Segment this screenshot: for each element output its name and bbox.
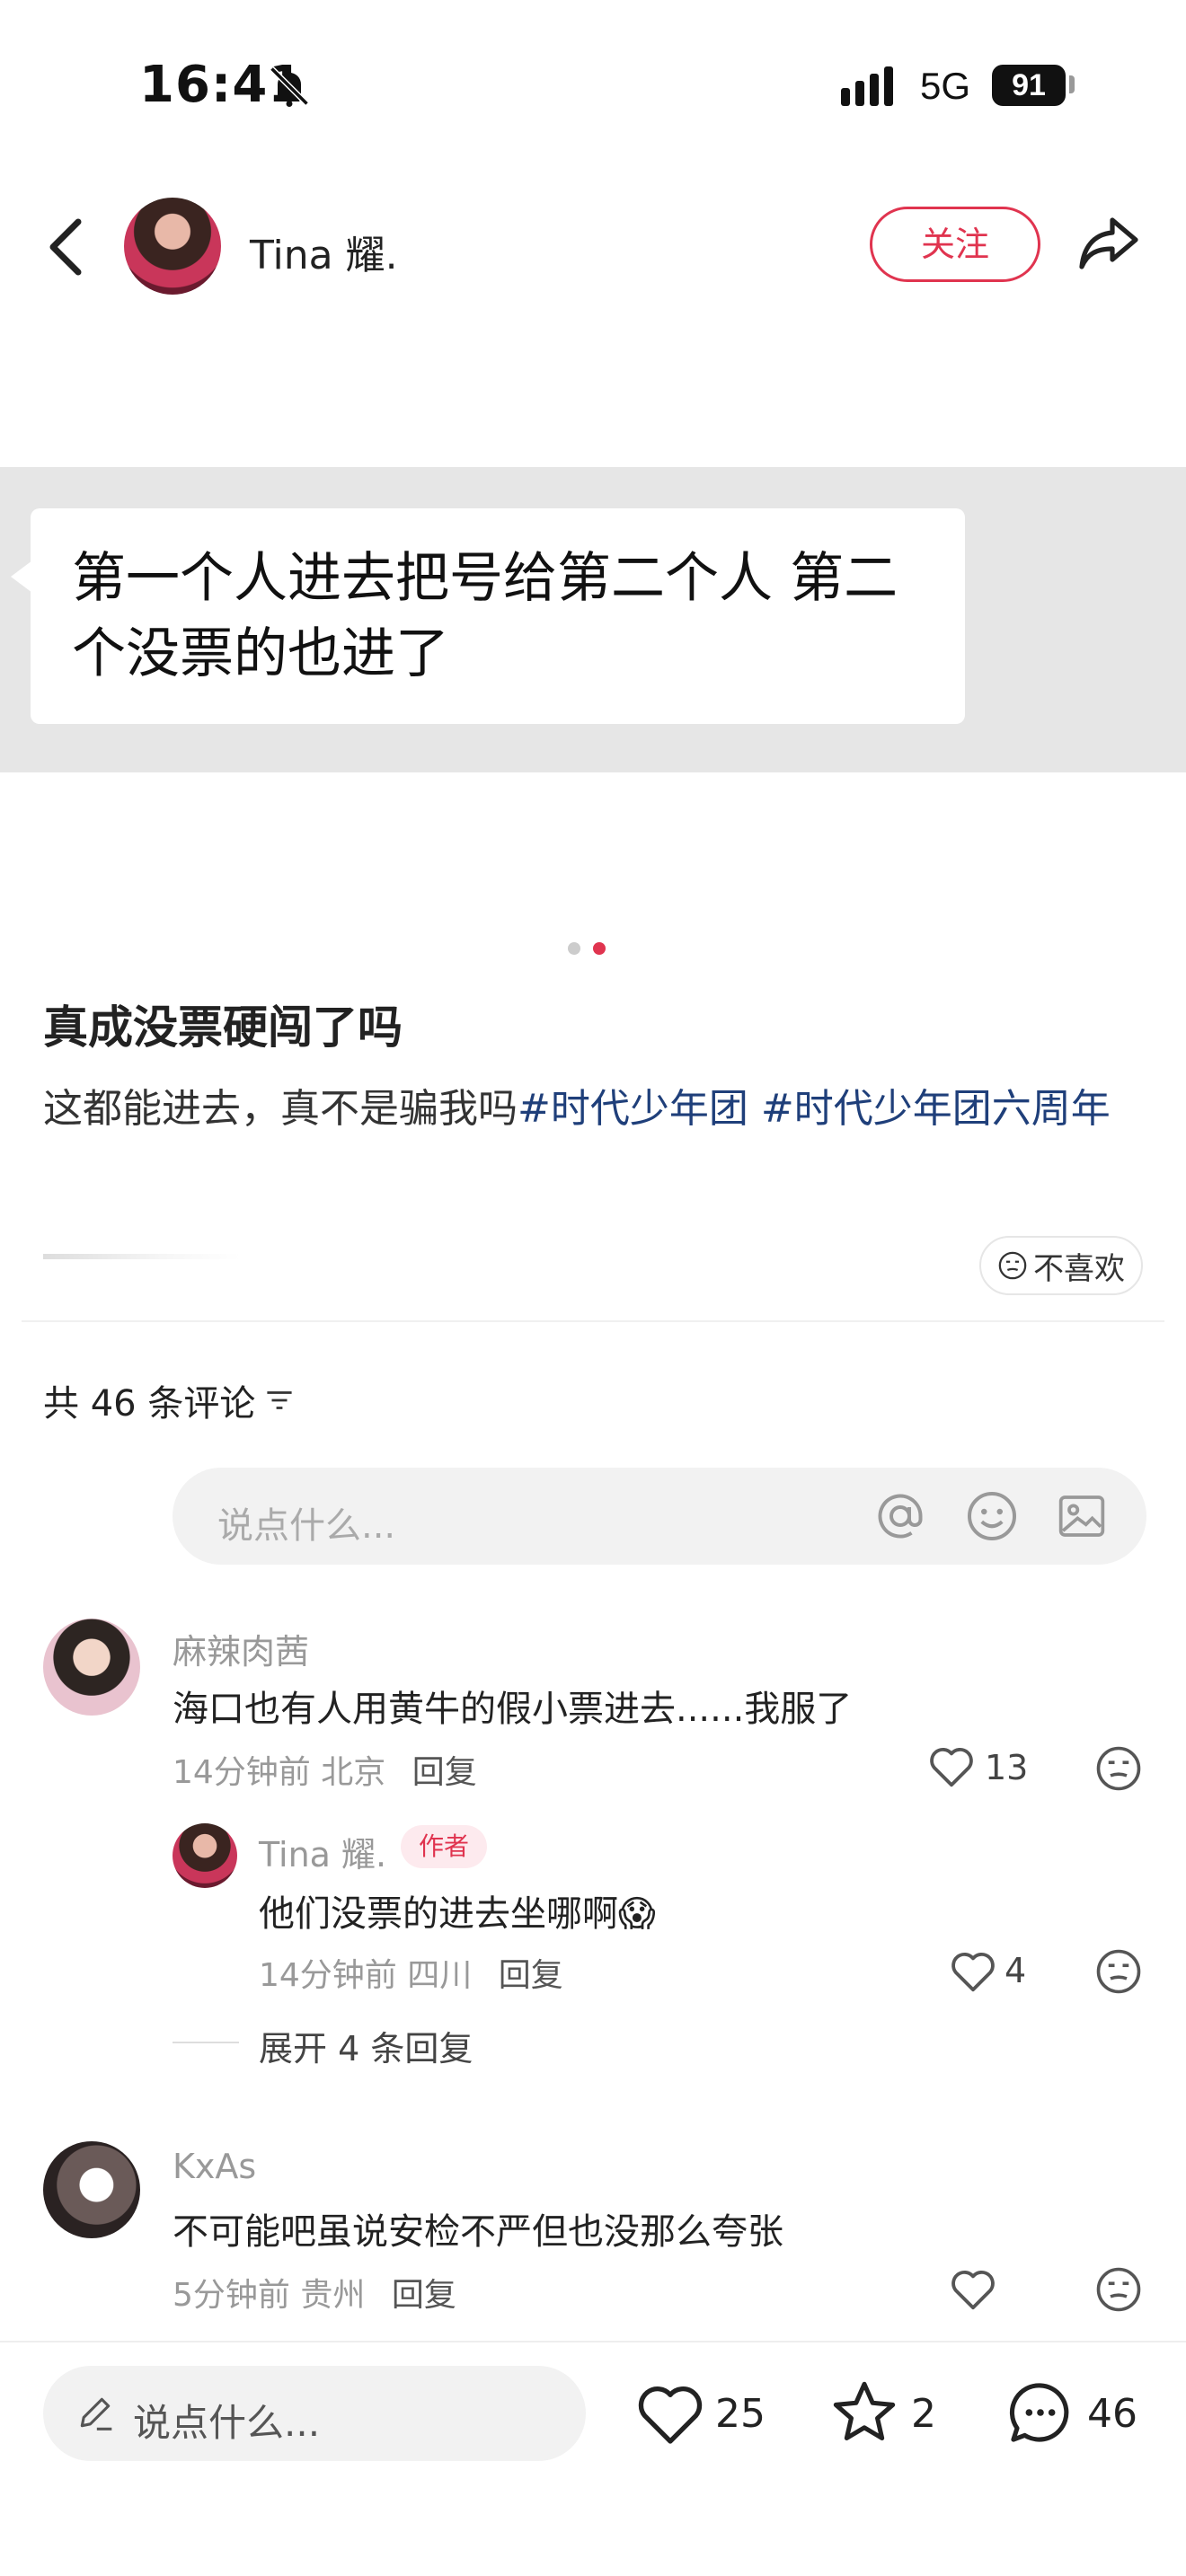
battery-indicator: 91	[992, 65, 1066, 106]
reply-button[interactable]: 回复	[499, 1957, 563, 1994]
comment-meta: 14分钟前 北京 回复	[173, 1746, 477, 1793]
like-count: 13	[985, 1748, 1029, 1787]
comment-meta: 14分钟前 四川 回复	[259, 1949, 563, 1996]
commenter-avatar[interactable]	[43, 2141, 140, 2238]
image-upload-icon[interactable]	[1057, 1491, 1107, 1541]
expand-divider	[173, 2042, 239, 2043]
commenter-name[interactable]: Tina 耀.	[259, 1827, 386, 1876]
bottom-divider	[0, 2341, 1186, 2342]
author-reply-avatar[interactable]	[173, 1823, 237, 1888]
carousel-dot[interactable]	[568, 942, 580, 955]
post-title: 真成没票硬闯了吗	[43, 1001, 403, 1054]
pencil-icon	[80, 2397, 112, 2430]
comment-text[interactable]: 海口也有人用黄牛的假小票进去......我服了	[173, 1680, 852, 1732]
post-body: 这都能进去，真不是骗我吗#时代少年团 #时代少年团六周年	[43, 1074, 1148, 1144]
author-badge: 作者	[401, 1825, 487, 1868]
author-avatar[interactable]	[124, 198, 221, 295]
neutral-face-icon	[998, 1251, 1027, 1280]
like-count: 25	[715, 2391, 766, 2437]
expand-replies-button[interactable]: 展开 4 条回复	[259, 2021, 473, 2070]
comments-count-label: 共 46 条评论	[43, 1383, 256, 1425]
comment-input-placeholder: 说点什么...	[217, 1505, 396, 1547]
hashtag-link[interactable]: #时代少年团	[518, 1086, 748, 1132]
follow-button[interactable]: 关注	[870, 207, 1040, 282]
reply-button[interactable]: 回复	[412, 1754, 477, 1791]
comments-count[interactable]: 共 46 条评论	[43, 1374, 295, 1426]
at-mention-icon[interactable]	[873, 1489, 927, 1543]
carousel-dot-active[interactable]	[593, 942, 606, 955]
comment-text[interactable]: 他们没票的进去坐哪啊😱	[259, 1884, 656, 1936]
like-count: 4	[1005, 1951, 1027, 1990]
dislike-button[interactable]: 不喜欢	[979, 1236, 1143, 1295]
network-label: 5G	[920, 65, 971, 107]
commenter-avatar[interactable]	[43, 1619, 140, 1716]
like-icon[interactable]	[927, 1744, 976, 1789]
comment-time: 5分钟前	[173, 2277, 290, 2314]
star-count: 2	[911, 2391, 936, 2437]
share-icon[interactable]	[1076, 214, 1141, 273]
bubble-tail	[11, 560, 32, 593]
like-icon[interactable]	[949, 2267, 997, 2312]
dislike-face-icon[interactable]	[1094, 2265, 1143, 2314]
back-icon[interactable]	[43, 216, 88, 278]
comment-meta: 5分钟前 贵州 回复	[173, 2269, 456, 2316]
chat-bubble-text: 第一个人进去把号给第二个人 第二个没票的也进了	[72, 547, 898, 685]
comment-location: 北京	[321, 1754, 386, 1791]
hashtag-link[interactable]: #时代少年团六周年	[748, 1086, 1111, 1132]
comment-bubble-icon[interactable]	[1005, 2378, 1076, 2447]
comment-count: 46	[1087, 2391, 1137, 2437]
bell-muted-icon	[270, 66, 309, 107]
comment-text[interactable]: 不可能吧虽说安检不严但也没那么夸张	[173, 2202, 783, 2254]
bottom-input-placeholder: 说点什么...	[133, 2401, 321, 2445]
signal-icon	[841, 66, 893, 106]
sort-icon[interactable]	[264, 1387, 295, 1414]
divider	[22, 1320, 1164, 1322]
dislike-face-icon[interactable]	[1094, 1947, 1143, 1996]
dislike-label: 不喜欢	[1033, 1250, 1125, 1287]
comment-time: 14分钟前	[173, 1754, 311, 1791]
star-icon[interactable]	[828, 2378, 900, 2447]
emoji-icon[interactable]	[965, 1489, 1019, 1543]
comment-location: 贵州	[300, 2277, 366, 2314]
comment-location: 四川	[407, 1957, 473, 1994]
reply-button[interactable]: 回复	[392, 2277, 456, 2314]
commenter-name[interactable]: 麻辣肉茜	[173, 1624, 309, 1673]
battery-tip	[1069, 75, 1075, 93]
comment-time: 14分钟前	[259, 1957, 397, 1994]
author-name[interactable]: Tina 耀.	[250, 223, 398, 280]
like-icon[interactable]	[634, 2380, 706, 2448]
commenter-name[interactable]: KxAs	[173, 2147, 256, 2186]
dislike-face-icon[interactable]	[1094, 1744, 1143, 1793]
post-body-text: 这都能进去，真不是骗我吗	[43, 1086, 518, 1132]
like-icon[interactable]	[949, 1949, 997, 1994]
post-date-faded	[43, 1254, 241, 1259]
